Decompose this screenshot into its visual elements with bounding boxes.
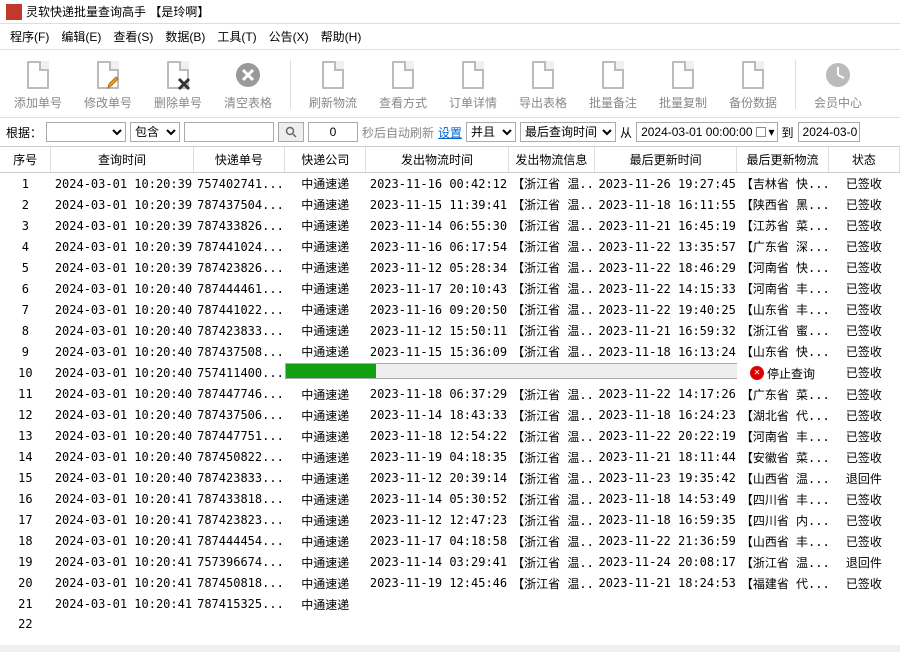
toolbar-button[interactable]: 清空表格: [214, 56, 282, 113]
toolbar-button[interactable]: 批量复制: [649, 56, 717, 113]
column-header[interactable]: 查询时间: [51, 147, 193, 173]
menu-item[interactable]: 数据(B): [161, 26, 209, 47]
table-row[interactable]: 62024-03-01 10:20:40787444461...中通速递2023…: [0, 278, 900, 299]
table-row[interactable]: 92024-03-01 10:20:40787437508...中通速递2023…: [0, 341, 900, 362]
toolbar-icon: [318, 58, 348, 92]
menu-item[interactable]: 公告(X): [265, 26, 313, 47]
table-row[interactable]: 142024-03-01 10:20:40787450822...中通速递202…: [0, 447, 900, 468]
toolbar-icon: [528, 58, 558, 92]
table-row[interactable]: 12024-03-01 10:20:39757402741...中通速递2023…: [0, 173, 900, 195]
toolbar-icon: [388, 58, 418, 92]
progress-cell: [285, 362, 737, 384]
table-row[interactable]: 212024-03-01 10:20:41787415325...中通速递: [0, 594, 900, 615]
chevron-down-icon: ▾: [769, 125, 775, 139]
toolbar-icon: [93, 58, 123, 92]
table-row[interactable]: 132024-03-01 10:20:40787447751...中通速递202…: [0, 426, 900, 447]
column-header[interactable]: 快递公司: [285, 147, 366, 173]
toolbar-icon: [458, 58, 488, 92]
seconds-input[interactable]: [308, 122, 358, 142]
toolbar-button[interactable]: 批量备注: [579, 56, 647, 113]
contains-combo[interactable]: 包含: [130, 122, 180, 142]
root-combo[interactable]: [46, 122, 126, 142]
table-row[interactable]: 22: [0, 615, 900, 633]
menu-item[interactable]: 工具(T): [213, 26, 260, 47]
table-row[interactable]: 32024-03-01 10:20:39787433826...中通速递2023…: [0, 215, 900, 236]
toolbar-button[interactable]: 会员中心: [804, 56, 872, 113]
toolbar-button[interactable]: 修改单号: [74, 56, 142, 113]
toolbar-button[interactable]: 订单详情: [439, 56, 507, 113]
toolbar-icon: [823, 58, 853, 92]
table-header-row[interactable]: 序号查询时间快递单号快递公司发出物流时间发出物流信息最后更新时间最后更新物流状态: [0, 147, 900, 173]
table-row[interactable]: 202024-03-01 10:20:41787450818...中通速递202…: [0, 573, 900, 594]
table-row[interactable]: 162024-03-01 10:20:41787433818...中通速递202…: [0, 489, 900, 510]
menu-item[interactable]: 帮助(H): [317, 26, 366, 47]
date-from-input[interactable]: 2024-03-01 00:00:00 ▾: [636, 122, 777, 142]
table-row[interactable]: 192024-03-01 10:20:41757396674...中通速递202…: [0, 552, 900, 573]
table-row[interactable]: 122024-03-01 10:20:40787437506...中通速递202…: [0, 405, 900, 426]
keyword-input[interactable]: [184, 122, 274, 142]
search-icon: [285, 126, 297, 138]
and-combo[interactable]: 并且: [466, 122, 516, 142]
menu-item[interactable]: 编辑(E): [57, 26, 105, 47]
table-row[interactable]: 52024-03-01 10:20:39787423826...中通速递2023…: [0, 257, 900, 278]
column-header[interactable]: 发出物流时间: [366, 147, 508, 173]
auto-refresh-label: 秒后自动刷新: [362, 124, 434, 141]
table-row[interactable]: 72024-03-01 10:20:40787441022...中通速递2023…: [0, 299, 900, 320]
toolbar-button[interactable]: 删除单号: [144, 56, 212, 113]
column-header[interactable]: 发出物流信息: [508, 147, 594, 173]
column-header[interactable]: 最后更新物流: [737, 147, 828, 173]
column-header[interactable]: 序号: [0, 147, 51, 173]
toolbar-icon: [668, 58, 698, 92]
calendar-icon: [756, 127, 766, 137]
search-button[interactable]: [278, 122, 304, 142]
menubar: 程序(F)编辑(E)查看(S)数据(B)工具(T)公告(X)帮助(H): [0, 24, 900, 50]
titlebar: 灵软快递批量查询高手 【是玲啊】: [0, 0, 900, 24]
toolbar-icon: [233, 58, 263, 92]
column-header[interactable]: 快递单号: [193, 147, 284, 173]
toolbar-button[interactable]: 添加单号: [4, 56, 72, 113]
table-row[interactable]: 152024-03-01 10:20:40787423833...中通速递202…: [0, 468, 900, 489]
toolbar-icon: [598, 58, 628, 92]
data-table[interactable]: 序号查询时间快递单号快递公司发出物流时间发出物流信息最后更新时间最后更新物流状态…: [0, 147, 900, 645]
toolbar-button[interactable]: 备份数据: [719, 56, 787, 113]
window-title: 灵软快递批量查询高手 【是玲啊】: [26, 3, 209, 20]
toolbar-icon: [738, 58, 768, 92]
progress-bar: [285, 363, 737, 379]
toolbar-icon: [23, 58, 53, 92]
toolbar: 添加单号修改单号删除单号清空表格刷新物流查看方式订单详情导出表格批量备注批量复制…: [0, 50, 900, 118]
toolbar-button[interactable]: 刷新物流: [299, 56, 367, 113]
to-label: 到: [782, 124, 794, 141]
from-label: 从: [620, 124, 632, 141]
app-icon: [6, 4, 22, 20]
table-row[interactable]: 42024-03-01 10:20:39787441024...中通速递2023…: [0, 236, 900, 257]
table-row[interactable]: 102024-03-01 10:20:40757411400...✕停止查询已签…: [0, 362, 900, 384]
table-row[interactable]: 112024-03-01 10:20:40787447746...中通速递202…: [0, 384, 900, 405]
date-to-input[interactable]: 2024-03-0: [798, 122, 861, 142]
root-label: 根据：: [6, 124, 42, 141]
table-row[interactable]: 22024-03-01 10:20:39787437504...中通速递2023…: [0, 194, 900, 215]
settings-link[interactable]: 设置: [438, 124, 462, 141]
toolbar-button[interactable]: 导出表格: [509, 56, 577, 113]
column-header[interactable]: 最后更新时间: [595, 147, 737, 173]
toolbar-icon: [163, 58, 193, 92]
table-row[interactable]: 182024-03-01 10:20:41787444454...中通速递202…: [0, 531, 900, 552]
toolbar-button[interactable]: 查看方式: [369, 56, 437, 113]
menu-item[interactable]: 查看(S): [109, 26, 157, 47]
column-header[interactable]: 状态: [828, 147, 899, 173]
time-field-combo[interactable]: 最后查询时间: [520, 122, 616, 142]
table-row[interactable]: 172024-03-01 10:20:41787423823...中通速递202…: [0, 510, 900, 531]
menu-item[interactable]: 程序(F): [6, 26, 53, 47]
filterbar: 根据： 包含 秒后自动刷新 设置 并且 最后查询时间 从 2024-03-01 …: [0, 118, 900, 147]
stop-icon: ✕: [750, 366, 764, 380]
table-row[interactable]: 82024-03-01 10:20:40787423833...中通速递2023…: [0, 320, 900, 341]
stop-query-button[interactable]: ✕停止查询: [737, 362, 828, 384]
